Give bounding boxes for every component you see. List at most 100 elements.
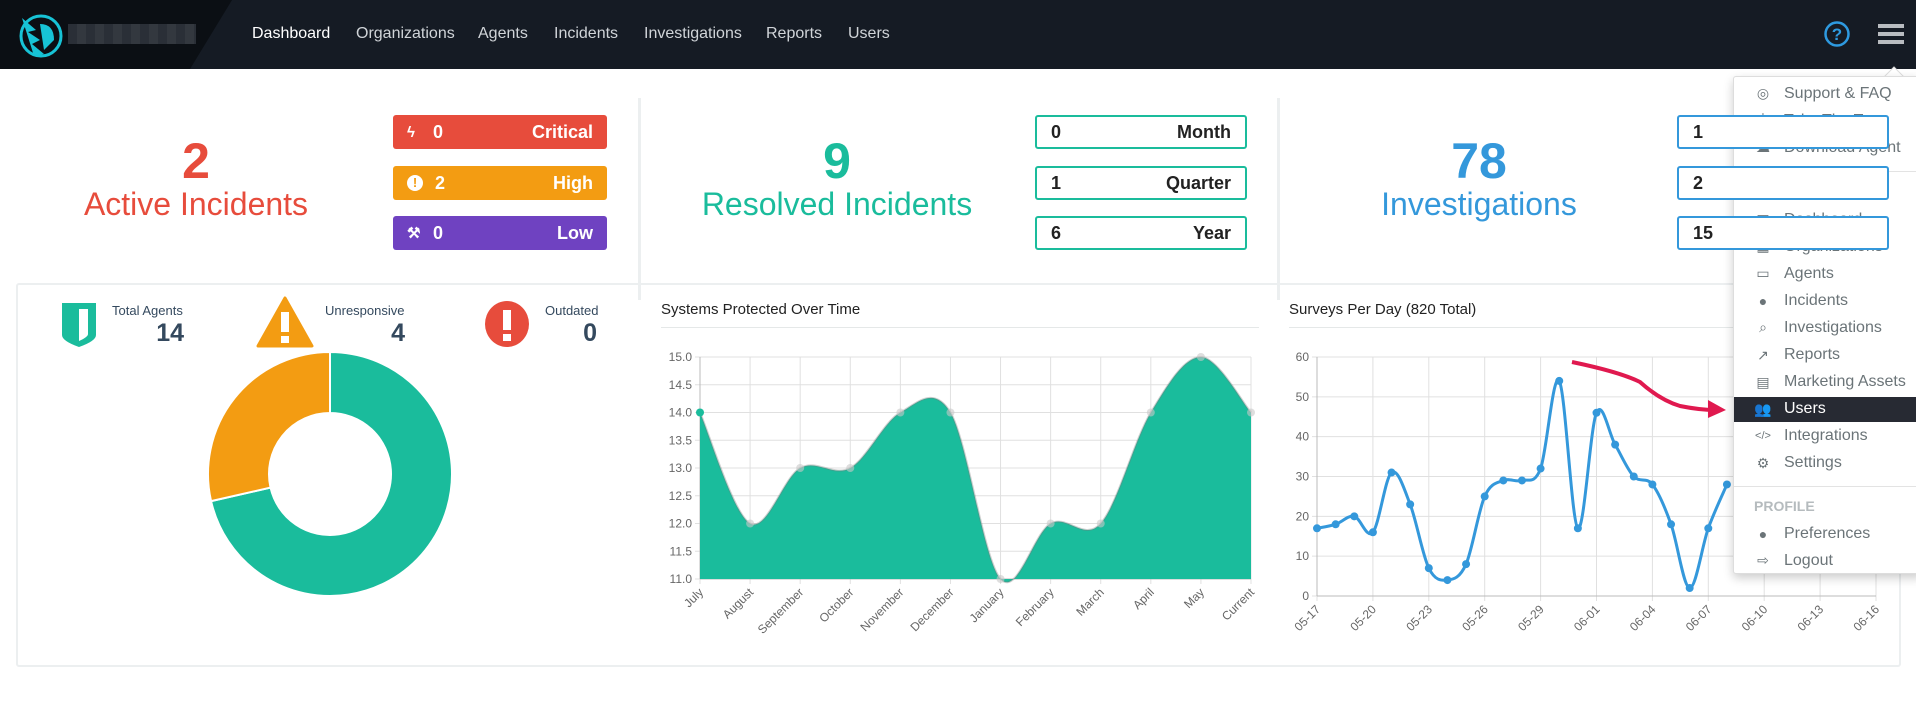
resolved-month-box[interactable]: 0 Month (1035, 115, 1247, 149)
y-tick-label: 14.5 (669, 378, 693, 392)
data-point[interactable] (1667, 520, 1676, 529)
data-point[interactable] (1046, 519, 1055, 528)
severity-badge-high[interactable]: ! 2 High (393, 166, 607, 200)
resolved-year-box[interactable]: 6 Year (1035, 216, 1247, 250)
y-tick-label: 14.0 (669, 406, 693, 420)
data-point[interactable] (746, 519, 755, 528)
resolved-quarter-box[interactable]: 1 Quarter (1035, 166, 1247, 200)
y-tick-label: 13.5 (669, 433, 693, 447)
nav-agents[interactable]: Agents (478, 25, 528, 43)
investigations-box[interactable]: 15 (1677, 216, 1889, 250)
x-tick-label: 05-26 (1459, 602, 1491, 634)
x-tick-label: March (1073, 585, 1106, 618)
data-point[interactable] (1406, 500, 1415, 509)
box-label: Month (1177, 121, 1231, 142)
data-point[interactable] (1096, 519, 1105, 528)
menu-item-investigations[interactable]: ⌕ Investigations (1734, 315, 1916, 340)
menu-item-reports[interactable]: ↗ Reports (1734, 343, 1916, 368)
menu-item-support-faq[interactable]: ◎ Support & FAQ (1734, 81, 1916, 106)
menu-item-integrations[interactable]: </> Integrations (1734, 424, 1916, 449)
cogs-icon: ⚙ (1756, 454, 1770, 471)
sign-out-icon: ⇨ (1757, 552, 1769, 568)
warning-icon (256, 296, 314, 348)
user-icon: ● (1758, 525, 1768, 542)
search-icon: ⌕ (1759, 319, 1767, 336)
badge-count: 2 (435, 172, 446, 193)
data-point[interactable] (1368, 528, 1377, 537)
investigations-label: Investigations (1381, 186, 1577, 222)
data-point[interactable] (1629, 472, 1638, 481)
menu-item-logout[interactable]: ⇨ Logout (1734, 548, 1916, 573)
data-point[interactable] (1573, 524, 1582, 533)
data-point[interactable] (1331, 520, 1340, 529)
data-point[interactable] (796, 464, 805, 472)
divider (638, 98, 641, 300)
x-tick-label: 05-29 (1515, 602, 1547, 634)
data-point[interactable] (1387, 468, 1396, 477)
menu-item-users[interactable]: 👥 Users (1734, 396, 1916, 422)
box-count: 15 (1693, 222, 1714, 243)
menu-item-settings[interactable]: ⚙ Settings (1734, 451, 1916, 476)
data-point[interactable] (1443, 576, 1452, 585)
box-count: 1 (1051, 172, 1062, 193)
nav-investigations[interactable]: Investigations (644, 25, 742, 43)
menu-item-label: Users (1784, 400, 1826, 418)
x-tick-label: 05-20 (1347, 602, 1379, 634)
box-label: Year (1192, 222, 1231, 243)
data-point[interactable] (1611, 440, 1620, 449)
wrench-icon: ⚒ (407, 225, 421, 242)
data-point[interactable] (946, 408, 955, 417)
x-tick-label: 06-01 (1571, 602, 1603, 634)
x-tick-label: 05-23 (1403, 602, 1435, 634)
investigations-box[interactable]: 1 (1677, 115, 1889, 149)
data-point[interactable] (1462, 560, 1471, 569)
hamburger-menu-icon[interactable] (1878, 22, 1906, 46)
help-icon[interactable]: ? (1823, 20, 1851, 48)
data-point[interactable] (996, 575, 1005, 583)
data-point[interactable] (1313, 524, 1321, 533)
data-point[interactable] (1480, 492, 1489, 501)
total-agents-count: 14 (156, 319, 184, 347)
data-point[interactable] (1536, 464, 1545, 473)
data-point[interactable] (1196, 353, 1205, 361)
nav-incidents[interactable]: Incidents (554, 25, 618, 43)
nav-users[interactable]: Users (848, 25, 890, 43)
data-point[interactable] (1685, 584, 1694, 593)
data-point[interactable] (1722, 480, 1731, 489)
donut-slice-unresponsive[interactable] (207, 350, 331, 503)
logo-icon[interactable] (14, 10, 66, 60)
severity-badge-low[interactable]: ⚒ 0 Low (393, 216, 607, 250)
y-tick-label: 40 (1296, 430, 1310, 444)
life-ring-icon: ◎ (1756, 85, 1770, 101)
data-point[interactable] (696, 408, 704, 417)
investigations-count: 78 (1451, 133, 1507, 189)
menu-item-marketing-assets[interactable]: ▤ Marketing Assets (1734, 370, 1916, 395)
nav-dashboard[interactable]: Dashboard (252, 25, 330, 43)
nav-organizations[interactable]: Organizations (356, 25, 455, 43)
badge-count: 0 (433, 222, 444, 243)
data-point[interactable] (846, 464, 855, 472)
menu-item-preferences[interactable]: ● Preferences (1734, 521, 1916, 546)
box-count: 2 (1693, 172, 1704, 193)
nav-reports[interactable]: Reports (766, 25, 822, 43)
y-tick-label: 20 (1296, 509, 1310, 523)
data-point[interactable] (1424, 564, 1433, 573)
data-point[interactable] (1648, 480, 1657, 489)
data-point[interactable] (1350, 512, 1359, 521)
resolved-incidents-label: Resolved Incidents (701, 186, 973, 222)
investigations-box[interactable]: 2 (1677, 166, 1889, 200)
x-tick-label: 06-04 (1627, 602, 1659, 634)
menu-item-label: Incidents (1784, 291, 1849, 309)
severity-badge-critical[interactable]: ϟ 0 Critical (393, 115, 607, 149)
data-point[interactable] (896, 408, 905, 417)
menu-item-incidents[interactable]: ● Incidents (1734, 288, 1916, 313)
menu-item-agents[interactable]: ▭ Agents (1734, 261, 1916, 286)
code-icon: </> (1755, 430, 1771, 443)
data-point[interactable] (1704, 524, 1713, 533)
data-point[interactable] (1247, 408, 1255, 417)
data-point[interactable] (1517, 476, 1526, 485)
menu-item-label: Investigations (1784, 318, 1882, 336)
data-point[interactable] (1146, 408, 1155, 417)
data-point[interactable] (1499, 476, 1508, 485)
redacted-org-name (68, 24, 196, 44)
